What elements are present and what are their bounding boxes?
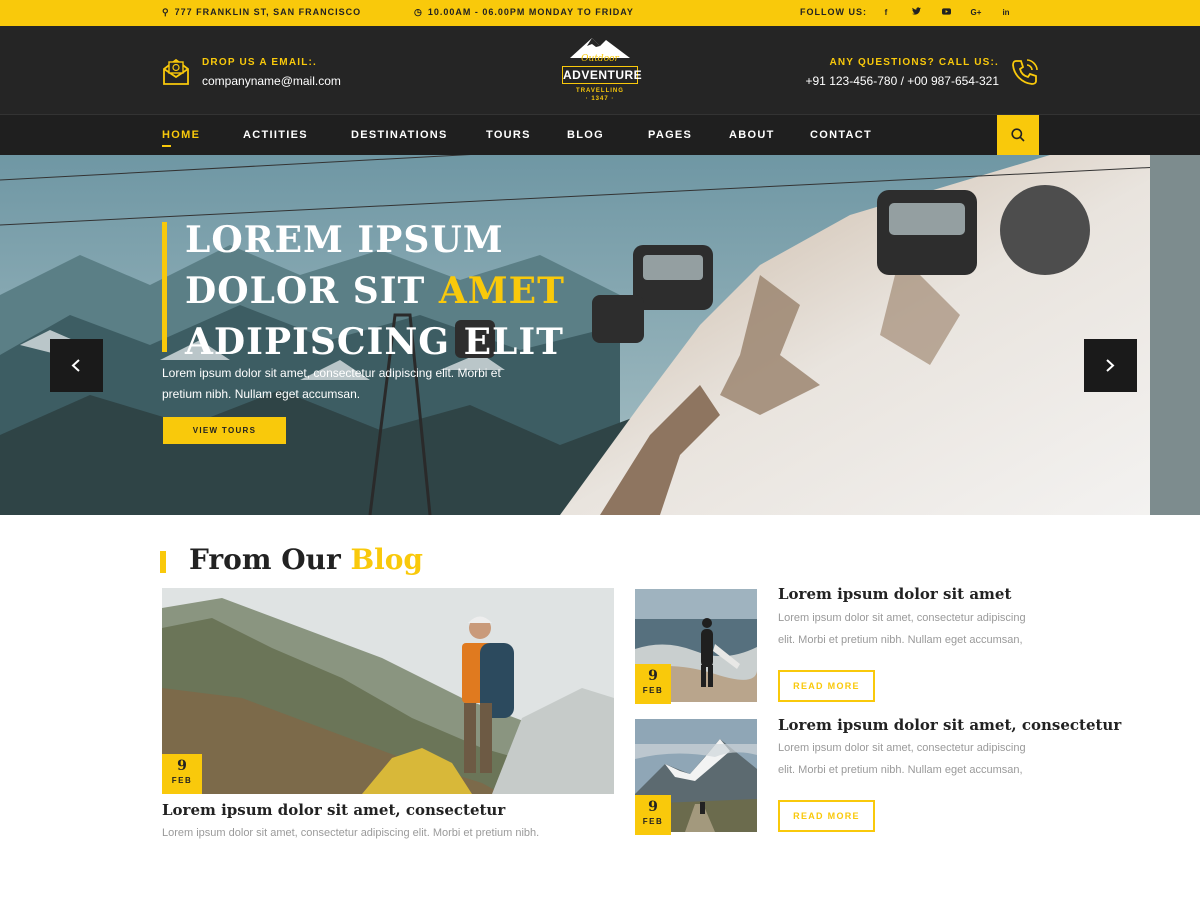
social-links: f G+ in [876,4,1016,22]
phone-label: ANY QUESTIONS? CALL US:. [829,57,999,68]
email-icon [163,58,189,85]
hiker-photo [162,588,614,794]
date-month: FEB [642,686,664,695]
post-2-read-more-button[interactable]: READ MORE [778,800,875,832]
site-header: DROP US A EMAIL:. companyname@mail.com O… [0,26,1200,114]
hero-slider: LOREM IPSUM DOLOR SIT AMET ADIPISCING EL… [0,155,1200,515]
hero-title-line2: DOLOR SIT AMET [185,266,565,317]
facebook-icon[interactable]: f [876,4,896,22]
nav-blog[interactable]: BLOG [567,129,604,141]
post-1-excerpt-line-1: Lorem ipsum dolor sit amet, consectetur … [778,612,1026,624]
hero-title-highlight: AMET [438,270,565,312]
twitter-icon[interactable] [906,4,926,22]
post-2-excerpt-line-2: elit. Morbi et pretium nibh. Nullam eget… [778,764,1023,776]
nav-about[interactable]: ABOUT [729,129,775,141]
date-day: 9 [648,799,658,815]
linkedin-icon[interactable]: in [996,4,1016,22]
clock-icon: ◷ [414,7,423,17]
main-nav: HOME ACTIITIES DESTINATIONS TOURS BLOG P… [0,114,1200,156]
post-2-date: 9 FEB [635,795,671,835]
blog-title-highlight: Blog [350,543,423,576]
hero-title-line1: LOREM IPSUM [185,219,504,261]
blog-accent-bar [160,551,166,573]
post-1-date: 9 FEB [635,664,671,704]
logo-sub: TRAVELLING [576,88,624,94]
hero-background-image [0,155,1200,515]
slider-next-button[interactable] [1084,339,1137,392]
nav-pages[interactable]: PAGES [648,129,692,141]
date-day: 9 [648,668,658,684]
blog-section-title: From Our Blog [189,543,423,576]
date-day: 9 [177,758,187,774]
logo-year: · 1347 · [585,96,615,102]
logo-script: Outdoor [581,54,619,64]
slider-prev-button[interactable] [50,339,103,392]
post-1-title[interactable]: Lorem ipsum dolor sit amet [778,585,1011,603]
follow-label: FOLLOW US: [800,7,867,17]
email-label: DROP US A EMAIL:. [202,57,318,68]
site-logo[interactable]: Outdoor ADVENTURE TRAVELLING · 1347 · [556,34,644,110]
search-button[interactable] [997,115,1039,156]
youtube-icon[interactable] [936,4,956,22]
post-1-excerpt-line-2: elit. Morbi et pretium nibh. Nullam eget… [778,634,1023,646]
hero-accent-bar [162,222,167,352]
chevron-right-icon [1106,359,1115,372]
nav-home[interactable]: HOME [162,129,200,147]
featured-post-date: 9 FEB [162,754,202,794]
search-icon [1011,128,1025,142]
nav-tours[interactable]: TOURS [486,129,531,141]
email-address[interactable]: companyname@mail.com [202,74,341,88]
featured-post-image[interactable] [162,588,614,794]
logo-main: ADVENTURE [562,66,643,84]
post-2-title[interactable]: Lorem ipsum dolor sit amet, consectetur [778,716,1121,734]
hours-value: 10.00AM - 06.00PM MONDAY TO FRIDAY [427,7,634,17]
hours-text: ◷ 10.00AM - 06.00PM MONDAY TO FRIDAY [414,7,634,18]
blog-title-a: From Our [189,543,351,576]
chevron-left-icon [71,359,80,372]
post-2-excerpt-line-1: Lorem ipsum dolor sit amet, consectetur … [778,742,1026,754]
phone-icon [1012,59,1038,85]
view-tours-button[interactable]: VIEW TOURS [163,417,286,444]
featured-post-excerpt: Lorem ipsum dolor sit amet, consectetur … [162,827,540,839]
address-value: 777 FRANKLIN ST, SAN FRANCISCO [174,7,362,17]
date-month: FEB [642,817,664,826]
post-1-read-more-button[interactable]: READ MORE [778,670,875,702]
hero-title-line3: ADIPISCING ELIT [185,321,564,363]
hero-description: Lorem ipsum dolor sit amet, consectetur … [162,366,501,401]
phone-numbers[interactable]: +91 123-456-780 / +00 987-654-321 [806,74,1000,88]
hero-title-line2-a: DOLOR SIT [185,270,439,312]
nav-contact[interactable]: CONTACT [810,129,872,141]
location-pin-icon: ⚲ [162,7,170,17]
featured-post-title[interactable]: Lorem ipsum dolor sit amet, consectetur [162,801,505,819]
top-info-bar: ⚲ 777 FRANKLIN ST, SAN FRANCISCO ◷ 10.00AM… [0,0,1200,26]
google-plus-icon[interactable]: G+ [966,4,986,22]
hero-title: LOREM IPSUM DOLOR SIT AMET ADIPISCING EL… [185,215,565,368]
date-month: FEB [171,776,193,785]
address-text: ⚲ 777 FRANKLIN ST, SAN FRANCISCO [162,7,361,18]
nav-activities[interactable]: ACTIITIES [243,129,308,141]
nav-destinations[interactable]: DESTINATIONS [351,129,448,141]
